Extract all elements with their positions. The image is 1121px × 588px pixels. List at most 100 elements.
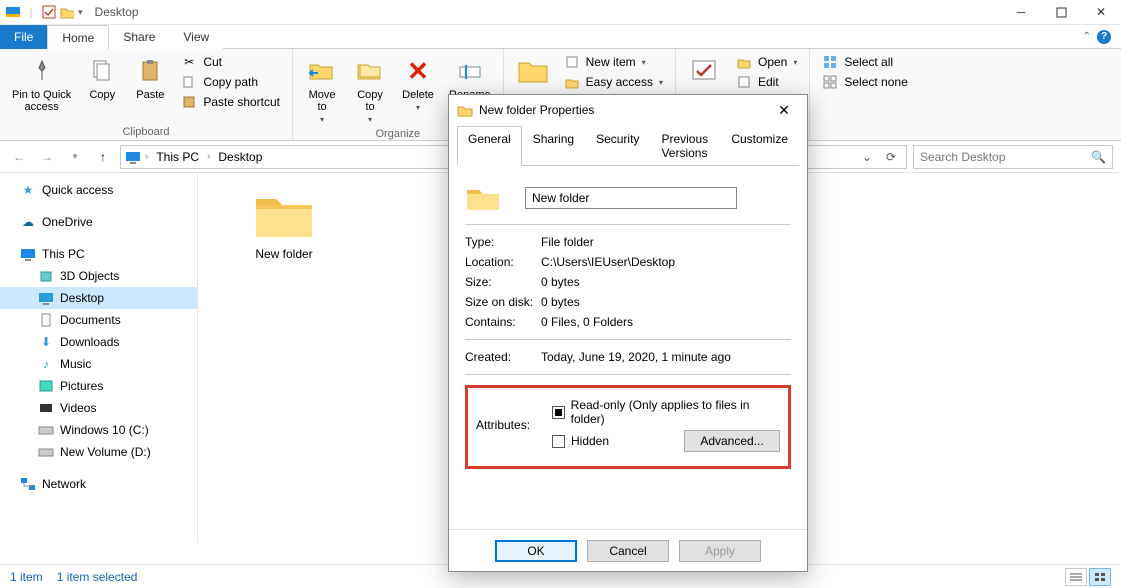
- view-icons-button[interactable]: [1089, 568, 1111, 586]
- ribbon-tabs: File Home Share View ⌃ ?: [0, 25, 1121, 49]
- address-dropdown-icon[interactable]: ⌄: [856, 150, 878, 164]
- move-to-button[interactable]: Move to ▾: [301, 53, 343, 126]
- search-placeholder: Search Desktop: [920, 150, 1091, 164]
- copy-path-button[interactable]: Copy path: [177, 73, 284, 91]
- nav-videos[interactable]: Videos: [0, 397, 197, 419]
- easy-access-label: Easy access: [586, 75, 653, 89]
- nav-network[interactable]: Network: [0, 473, 197, 495]
- nav-label: Documents: [60, 313, 121, 327]
- nav-desktop[interactable]: Desktop: [0, 287, 197, 309]
- folder-name-input[interactable]: [525, 187, 737, 209]
- up-button[interactable]: ↑: [92, 146, 114, 168]
- dlgtab-customize[interactable]: Customize: [720, 126, 799, 166]
- maximize-button[interactable]: [1041, 0, 1081, 25]
- dialog-footer: OK Cancel Apply: [449, 529, 807, 571]
- select-none-button[interactable]: Select none: [818, 73, 911, 91]
- ok-button[interactable]: OK: [495, 540, 577, 562]
- copy-button[interactable]: Copy: [81, 53, 123, 103]
- attributes-key: Attributes:: [476, 418, 552, 432]
- tab-view[interactable]: View: [169, 25, 223, 49]
- nav-label: Quick access: [42, 183, 113, 197]
- crumb-thispc[interactable]: This PC: [152, 150, 203, 164]
- readonly-checkbox[interactable]: [552, 406, 565, 419]
- nav-3d-objects[interactable]: 3D Objects: [0, 265, 197, 287]
- folder-icon: [457, 103, 473, 117]
- chevron-right-icon[interactable]: ›: [207, 151, 210, 162]
- paste-shortcut-button[interactable]: Paste shortcut: [177, 93, 284, 111]
- paste-button[interactable]: Paste: [129, 53, 171, 103]
- qat-properties-icon[interactable]: [42, 5, 56, 19]
- dlgtab-general[interactable]: General: [457, 126, 522, 166]
- hidden-checkbox[interactable]: [552, 435, 565, 448]
- nav-label: Desktop: [60, 291, 104, 305]
- tab-share[interactable]: Share: [109, 25, 169, 49]
- back-button[interactable]: ←: [8, 146, 30, 168]
- nav-label: Music: [60, 357, 91, 371]
- collapse-ribbon-icon[interactable]: ⌃: [1083, 31, 1091, 42]
- pin-to-quick-access-button[interactable]: Pin to Quick access: [8, 53, 75, 115]
- paste-shortcut-icon: [181, 94, 197, 110]
- nav-label: Pictures: [60, 379, 103, 393]
- apply-button[interactable]: Apply: [679, 540, 761, 562]
- easy-access-button[interactable]: Easy access ▾: [560, 73, 667, 91]
- group-select: Select all Select none: [810, 49, 919, 140]
- quick-access-toolbar: | ▾: [0, 5, 89, 19]
- item-count: 1 item: [10, 570, 43, 584]
- recent-dropdown[interactable]: ▾: [64, 146, 86, 168]
- advanced-button[interactable]: Advanced...: [684, 430, 780, 452]
- network-icon: [20, 476, 36, 492]
- file-item-new-folder[interactable]: New folder: [236, 187, 332, 261]
- refresh-icon[interactable]: ⟳: [880, 150, 902, 164]
- help-icon[interactable]: ?: [1097, 30, 1111, 44]
- dialog-titlebar[interactable]: New folder Properties ✕: [449, 95, 807, 125]
- desktop-icon: [38, 290, 54, 306]
- nav-onedrive[interactable]: ☁OneDrive: [0, 211, 197, 233]
- nav-documents[interactable]: Documents: [0, 309, 197, 331]
- nav-thispc[interactable]: This PC: [0, 243, 197, 265]
- search-icon: 🔍: [1091, 150, 1106, 164]
- new-item-button[interactable]: New item ▾: [560, 53, 667, 71]
- dialog-close-button[interactable]: ✕: [769, 102, 799, 119]
- created-value: Today, June 19, 2020, 1 minute ago: [541, 350, 791, 364]
- properties-button[interactable]: [684, 53, 726, 89]
- nav-drive-d[interactable]: New Volume (D:): [0, 441, 197, 463]
- chevron-down-icon: ▾: [320, 115, 324, 124]
- dlgtab-sharing[interactable]: Sharing: [522, 126, 585, 166]
- copy-to-button[interactable]: Copy to ▾: [349, 53, 391, 126]
- copy-icon: [86, 55, 118, 87]
- select-all-button[interactable]: Select all: [818, 53, 911, 71]
- chevron-down-icon: ▾: [416, 103, 420, 112]
- close-button[interactable]: ✕: [1081, 0, 1121, 25]
- delete-button[interactable]: ✕ Delete ▾: [397, 53, 439, 114]
- nav-pictures[interactable]: Pictures: [0, 375, 197, 397]
- crumb-desktop[interactable]: Desktop: [214, 150, 266, 164]
- view-details-button[interactable]: [1065, 568, 1087, 586]
- qat-dropdown-icon[interactable]: ▾: [78, 7, 83, 18]
- open-button[interactable]: Open ▾: [732, 53, 801, 71]
- navigation-pane[interactable]: ★Quick access ☁OneDrive This PC 3D Objec…: [0, 173, 198, 543]
- tab-home[interactable]: Home: [47, 25, 109, 49]
- chevron-right-icon[interactable]: ›: [145, 151, 148, 162]
- tab-file[interactable]: File: [0, 25, 47, 49]
- search-box[interactable]: Search Desktop 🔍: [913, 145, 1113, 169]
- nav-drive-c[interactable]: Windows 10 (C:): [0, 419, 197, 441]
- cancel-button[interactable]: Cancel: [587, 540, 669, 562]
- nav-quick-access[interactable]: ★Quick access: [0, 179, 197, 201]
- nav-label: Network: [42, 477, 86, 491]
- dlgtab-previous-versions[interactable]: Previous Versions: [650, 126, 720, 166]
- minimize-button[interactable]: ─: [1001, 0, 1041, 25]
- copy-path-icon: [181, 74, 197, 90]
- edit-icon: [736, 74, 752, 90]
- edit-button[interactable]: Edit: [732, 73, 801, 91]
- nav-downloads[interactable]: ⬇Downloads: [0, 331, 197, 353]
- contains-value: 0 Files, 0 Folders: [541, 315, 791, 329]
- dlgtab-security[interactable]: Security: [585, 126, 650, 166]
- cut-button[interactable]: ✂Cut: [177, 53, 284, 71]
- select-all-icon: [822, 54, 838, 70]
- dialog-title: New folder Properties: [479, 103, 594, 117]
- nav-music[interactable]: ♪Music: [0, 353, 197, 375]
- forward-button[interactable]: →: [36, 146, 58, 168]
- qat-newfolder-icon[interactable]: [60, 5, 74, 19]
- new-folder-button[interactable]: [512, 53, 554, 89]
- qat-separator: |: [24, 5, 38, 19]
